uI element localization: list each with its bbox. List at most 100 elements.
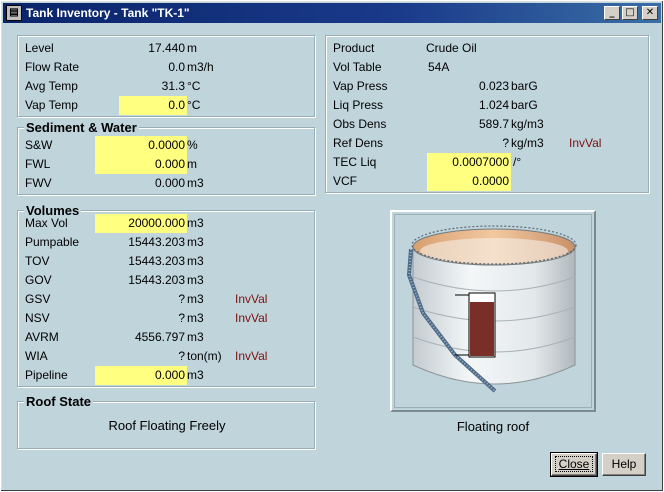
measurements-group: Level 17.440 m Flow Rate 0.0 m3/h Avg Te… — [17, 35, 315, 117]
close-window-button[interactable]: ✕ — [642, 6, 658, 20]
nsv-row: NSV ? m3 InvVal — [25, 309, 305, 328]
ref-dens-row: Ref Dens ? kg/m3 InvVal — [333, 134, 643, 153]
gov-value: 15443.203 — [128, 273, 185, 287]
vap-press-label: Vap Press — [333, 79, 388, 93]
window-title: Tank Inventory - Tank "TK-1" — [26, 6, 190, 20]
pipeline-input[interactable]: 0.000 — [95, 366, 187, 385]
wia-value: ? — [178, 349, 185, 363]
pipeline-label: Pipeline — [25, 368, 68, 382]
tank-image-caption: Floating roof — [456, 419, 530, 434]
gsv-unit: m3 — [187, 292, 204, 306]
sw-row: S&W 0.0000 % — [25, 136, 305, 155]
fwv-label: FWV — [25, 176, 52, 190]
product-group: Product Crude Oil Vol Table 54A Vap Pres… — [325, 35, 649, 193]
liq-press-value: 1.024 — [478, 98, 509, 112]
obs-dens-row: Obs Dens 589.7 kg/m3 — [333, 115, 643, 134]
gsv-label: GSV — [25, 292, 51, 306]
flow-rate-unit: m3/h — [187, 60, 214, 74]
gov-label: GOV — [25, 273, 52, 287]
tank-inventory-window: ▤ Tank Inventory - Tank "TK-1" _ □ ✕ Lev… — [0, 0, 664, 492]
gsv-value: ? — [178, 292, 185, 306]
product-value: Crude Oil — [426, 41, 477, 55]
sediment-water-title: Sediment & Water — [24, 120, 139, 135]
pipeline-row: Pipeline 0.000 m3 — [25, 366, 305, 385]
roof-state-group: Roof State Roof Floating Freely — [17, 394, 315, 449]
wia-unit: ton(m) — [187, 349, 222, 363]
level-row: Level 17.440 m — [25, 39, 305, 58]
tank-image-panel — [390, 210, 596, 412]
max-vol-unit: m3 — [187, 216, 204, 230]
tov-label: TOV — [25, 254, 50, 268]
vap-temp-row: Vap Temp 0.0 °C — [25, 96, 305, 115]
close-button-label: Close — [554, 456, 594, 472]
max-vol-label: Max Vol — [25, 216, 68, 230]
app-icon[interactable]: ▤ — [6, 5, 22, 21]
tov-unit: m3 — [187, 254, 204, 268]
obs-dens-unit: kg/m3 — [511, 117, 544, 131]
tov-value: 15443.203 — [128, 254, 185, 268]
pumpable-unit: m3 — [187, 235, 204, 249]
sediment-water-group: Sediment & Water S&W 0.0000 % FWL 0.000 … — [17, 120, 315, 195]
vap-temp-label: Vap Temp — [25, 98, 78, 112]
liq-press-row: Liq Press 1.024 barG — [333, 96, 643, 115]
product-level-fill — [470, 302, 494, 356]
tec-liq-row: TEC Liq 0.0007000 /° — [333, 153, 643, 172]
gsv-row: GSV ? m3 InvVal — [25, 290, 305, 309]
flow-rate-value: 0.0 — [168, 60, 185, 74]
pumpable-value: 15443.203 — [128, 235, 185, 249]
vap-press-value: 0.023 — [478, 79, 509, 93]
product-row: Product Crude Oil — [333, 39, 643, 58]
pumpable-row: Pumpable 15443.203 m3 — [25, 233, 305, 252]
fwv-value: 0.000 — [154, 176, 185, 190]
tov-row: TOV 15443.203 m3 — [25, 252, 305, 271]
pumpable-label: Pumpable — [25, 235, 80, 249]
ref-dens-unit: kg/m3 — [511, 136, 544, 150]
avg-temp-label: Avg Temp — [25, 79, 78, 93]
avrm-unit: m3 — [187, 330, 204, 344]
fwv-unit: m3 — [187, 176, 204, 190]
product-label: Product — [333, 41, 375, 55]
liq-press-unit: barG — [511, 98, 538, 112]
vap-temp-unit: °C — [187, 98, 201, 112]
max-vol-row: Max Vol 20000.000 m3 — [25, 214, 305, 233]
fwl-row: FWL 0.000 m — [25, 155, 305, 174]
liq-press-label: Liq Press — [333, 98, 384, 112]
vap-temp-input[interactable]: 0.0 — [119, 96, 187, 115]
vcf-input[interactable]: 0.0000 — [427, 172, 511, 191]
maximize-button[interactable]: □ — [622, 6, 638, 20]
avg-temp-row: Avg Temp 31.3 °C — [25, 77, 305, 96]
sw-label: S&W — [25, 138, 53, 152]
close-button[interactable]: Close — [550, 452, 598, 477]
roof-state-title: Roof State — [24, 394, 93, 409]
help-button[interactable]: Help — [602, 453, 646, 476]
gov-row: GOV 15443.203 m3 — [25, 271, 305, 290]
gov-unit: m3 — [187, 273, 204, 287]
fwl-unit: m — [187, 157, 197, 171]
obs-dens-value: 589.7 — [478, 117, 509, 131]
avrm-row: AVRM 4556.797 m3 — [25, 328, 305, 347]
fwl-input[interactable]: 0.000 — [95, 155, 187, 174]
vol-table-row: Vol Table 54A — [333, 58, 643, 77]
nsv-value: ? — [178, 311, 185, 325]
roof-state-value: Roof Floating Freely — [108, 418, 226, 433]
vcf-label: VCF — [333, 174, 357, 188]
avrm-label: AVRM — [25, 330, 59, 344]
tec-liq-label: TEC Liq — [333, 155, 377, 169]
level-label: Level — [25, 41, 54, 55]
max-vol-input[interactable]: 20000.000 — [95, 214, 187, 233]
flow-rate-row: Flow Rate 0.0 m3/h — [25, 58, 305, 77]
vap-press-unit: barG — [511, 79, 538, 93]
tec-liq-input[interactable]: 0.0007000 — [427, 153, 511, 172]
sw-input[interactable]: 0.0000 — [95, 136, 187, 155]
sw-unit: % — [187, 138, 198, 152]
title-bar[interactable]: ▤ Tank Inventory - Tank "TK-1" _ □ ✕ — [3, 3, 661, 23]
vol-table-label: Vol Table — [333, 60, 382, 74]
minimize-button[interactable]: _ — [604, 6, 620, 20]
nsv-label: NSV — [25, 311, 50, 325]
vcf-row: VCF 0.0000 — [333, 172, 643, 191]
avg-temp-value: 31.3 — [161, 79, 185, 93]
wia-status: InvVal — [235, 349, 268, 363]
fwl-label: FWL — [25, 157, 51, 171]
ref-dens-label: Ref Dens — [333, 136, 384, 150]
vol-table-value: 54A — [428, 60, 450, 74]
